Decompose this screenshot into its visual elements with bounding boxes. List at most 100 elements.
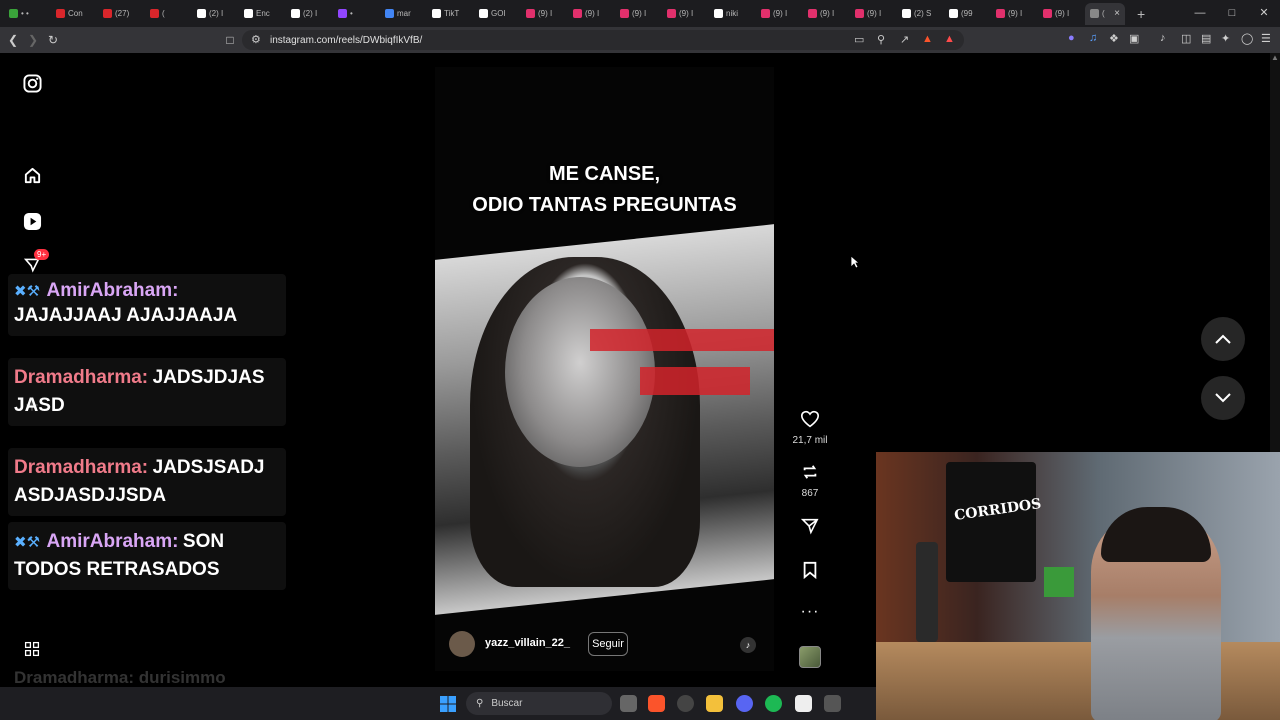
bookmark-icon[interactable]: □ (220, 33, 240, 47)
browser-tab[interactable]: (9) I (991, 3, 1038, 25)
glitch-overlay (590, 329, 774, 351)
tab-favicon-icon (56, 9, 65, 18)
browser-tab[interactable]: (9) I (521, 3, 568, 25)
scroll-up-icon[interactable]: ▲ (1270, 53, 1280, 62)
chat-text: JAJAJJAAJ AJAJJAAJA (14, 305, 238, 326)
spotify-icon[interactable] (765, 695, 782, 712)
like-button[interactable]: 21,7 mil (790, 410, 830, 446)
reels-icon[interactable] (22, 211, 42, 231)
repost-button[interactable]: 867 (790, 463, 830, 499)
browser-tab[interactable]: (9) I (803, 3, 850, 25)
more-icon[interactable] (22, 639, 42, 659)
browser-tab[interactable]: mar (380, 3, 427, 25)
taskbar-search[interactable]: ⚲ Buscar (466, 692, 612, 715)
media-icon[interactable]: ♪ (1160, 32, 1166, 44)
file-explorer-icon[interactable] (706, 695, 723, 712)
tab-label: (27) (115, 9, 130, 18)
close-tab-icon[interactable]: × (1114, 8, 1120, 19)
home-icon[interactable] (22, 165, 42, 185)
instagram-logo-icon[interactable] (22, 73, 42, 93)
vpn-icon[interactable]: ◯ (1241, 32, 1253, 45)
brave-shield-icon[interactable]: ▲ (922, 33, 933, 45)
share-button[interactable] (790, 517, 830, 540)
follow-button[interactable]: Seguir (588, 632, 628, 656)
browser-tab[interactable]: niki (709, 3, 756, 25)
audio-icon[interactable]: ♫ (1089, 32, 1097, 44)
browser-tab[interactable]: (99 (944, 3, 991, 25)
brave-rewards-icon[interactable]: ▲ (944, 33, 955, 45)
sidebar-icon[interactable]: ◫ (1181, 32, 1191, 45)
task-view-icon[interactable] (620, 695, 637, 712)
maximize-icon[interactable]: □ (1216, 0, 1248, 27)
audio-thumbnail[interactable] (799, 646, 821, 668)
wallet-icon[interactable]: ▤ (1201, 32, 1211, 45)
minimize-icon[interactable]: — (1184, 0, 1216, 27)
screenshot-icon[interactable]: ▣ (1129, 32, 1139, 45)
discord-icon[interactable] (736, 695, 753, 712)
reload-icon[interactable]: ↻ (43, 33, 63, 47)
share-icon[interactable]: ↗ (900, 33, 909, 46)
browser-tab[interactable]: • (333, 3, 380, 25)
tab-favicon-icon (338, 9, 347, 18)
browser-tab[interactable]: (9) I (1038, 3, 1085, 25)
browser-tab[interactable]: (2) I (192, 3, 239, 25)
previous-reel-button[interactable] (1201, 317, 1245, 361)
tab-favicon-icon (385, 9, 394, 18)
brave-browser-icon[interactable] (648, 695, 665, 712)
browser-tab[interactable]: (9) I (568, 3, 615, 25)
tab-favicon-icon (244, 9, 253, 18)
author-username[interactable]: yazz_villain_22_ (485, 637, 570, 649)
browser-tab[interactable]: (2) I (286, 3, 333, 25)
site-info-icon[interactable]: ⚙ (251, 33, 261, 46)
browser-tab[interactable]: (9) I (662, 3, 709, 25)
obs-icon[interactable] (677, 695, 694, 712)
cast-icon[interactable]: ▭ (854, 33, 864, 46)
browser-tab[interactable]: GOI (474, 3, 521, 25)
tab-favicon-icon (9, 9, 18, 18)
menu-icon[interactable]: ☰ (1261, 32, 1271, 45)
tab-favicon-icon (808, 9, 817, 18)
reel-caption-line: ODIO TANTAS PREGUNTAS (472, 194, 737, 216)
browser-tab[interactable]: Enc (239, 3, 286, 25)
active-browser-tab[interactable]: (× (1085, 2, 1125, 25)
heart-icon (800, 410, 820, 428)
browser-tab[interactable]: (9) I (756, 3, 803, 25)
back-icon[interactable]: ❮ (3, 33, 23, 47)
streamer-headset (1101, 507, 1211, 562)
forward-icon[interactable]: ❯ (23, 33, 43, 47)
mute-icon[interactable]: ♪ (740, 637, 756, 653)
zoom-icon[interactable]: ⚲ (877, 33, 885, 46)
browser-tab[interactable]: • • (4, 3, 51, 25)
browser-tab[interactable]: Con (51, 3, 98, 25)
browser-tab[interactable]: (9) I (850, 3, 897, 25)
tab-label: Con (68, 9, 83, 18)
tab-favicon-icon (1043, 9, 1052, 18)
cursor-icon (850, 255, 860, 269)
browser-tab[interactable]: TikT (427, 3, 474, 25)
tab-favicon-icon (479, 9, 488, 18)
save-button[interactable] (790, 561, 830, 584)
tab-label: (9) I (867, 9, 882, 18)
leo-icon[interactable]: ● (1068, 32, 1075, 44)
tab-label: (9) I (820, 9, 835, 18)
windows-start-icon[interactable] (440, 696, 456, 712)
close-window-icon[interactable]: ✕ (1248, 0, 1280, 27)
tab-favicon-icon (761, 9, 770, 18)
search-icon: ⚲ (476, 698, 484, 709)
tab-favicon-icon (902, 9, 911, 18)
address-bar[interactable]: ⚙ instagram.com/reels/DWbiqfIkVfB/ ▭ ⚲ ↗… (242, 30, 964, 50)
app-icon[interactable] (824, 695, 841, 712)
more-options-icon[interactable]: ··· (790, 603, 830, 621)
audio-playing-icon (1090, 9, 1099, 18)
capcut-icon[interactable] (795, 695, 812, 712)
browser-tab[interactable]: (9) I (615, 3, 662, 25)
new-tab-button[interactable]: + (1137, 6, 1145, 22)
browser-tab[interactable]: (27) (98, 3, 145, 25)
next-reel-button[interactable] (1201, 376, 1245, 420)
reel-video[interactable]: ME CANSE, ODIO TANTAS PREGUNTAS yazz_vil… (435, 67, 774, 671)
extensions-icon[interactable]: ❖ (1109, 32, 1119, 45)
author-avatar[interactable] (449, 631, 475, 657)
browser-tab[interactable]: ( (145, 3, 192, 25)
browser-tab[interactable]: (2) S (897, 3, 944, 25)
ai-icon[interactable]: ✦ (1221, 32, 1230, 45)
